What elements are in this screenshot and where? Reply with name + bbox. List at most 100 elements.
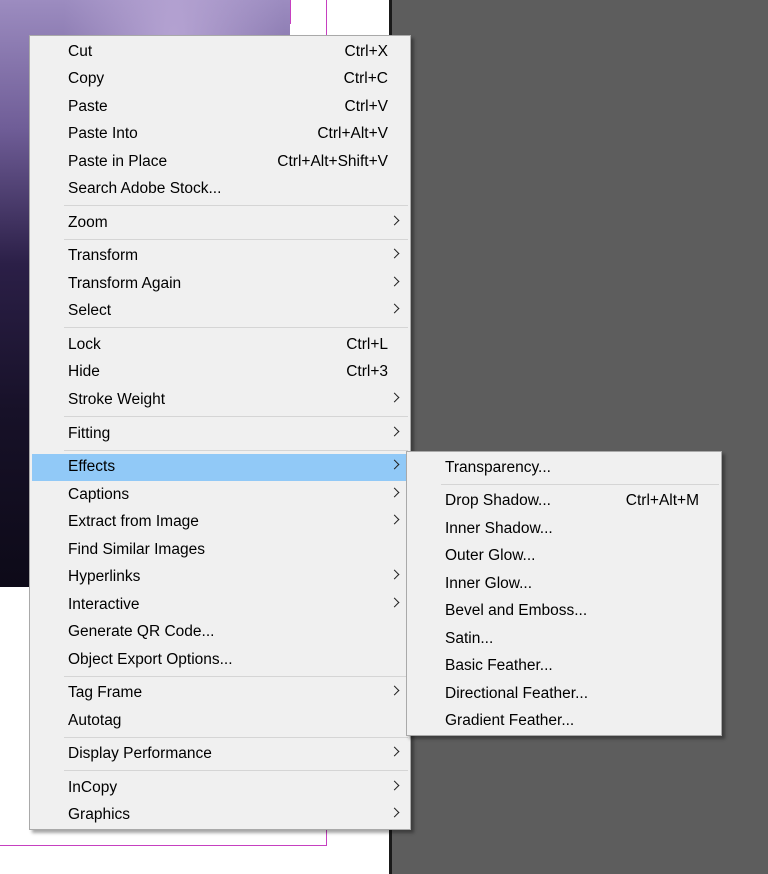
menu-item-label: Fitting xyxy=(68,425,111,442)
context-menu: Cut Ctrl+X Copy Ctrl+C Paste Ctrl+V Past… xyxy=(29,35,411,830)
menu-item-label: Graphics xyxy=(68,806,131,823)
submenu-item-outer-glow[interactable]: Outer Glow... xyxy=(409,543,719,570)
effects-submenu: Transparency... Drop Shadow... Ctrl+Alt+… xyxy=(406,451,722,736)
menu-item-label: InCopy xyxy=(68,779,118,796)
menu-item-captions[interactable]: Captions xyxy=(32,482,408,509)
submenu-item-gradient-feather[interactable]: Gradient Feather... xyxy=(409,708,719,735)
margin-guide-bottom xyxy=(0,845,327,846)
menu-item-shortcut: Ctrl+V xyxy=(344,98,389,115)
menu-item-graphics[interactable]: Graphics xyxy=(32,802,408,829)
menu-separator xyxy=(64,737,408,738)
menu-item-interactive[interactable]: Interactive xyxy=(32,592,408,619)
menu-item-label: Transform Again xyxy=(68,275,182,292)
menu-item-transform[interactable]: Transform xyxy=(32,243,408,270)
menu-item-lock[interactable]: Lock Ctrl+L xyxy=(32,332,408,359)
chevron-right-icon xyxy=(389,303,400,314)
menu-item-find-similar-images[interactable]: Find Similar Images xyxy=(32,537,408,564)
menu-item-paste-into[interactable]: Paste Into Ctrl+Alt+V xyxy=(32,121,408,148)
menu-item-copy[interactable]: Copy Ctrl+C xyxy=(32,66,408,93)
menu-item-tag-frame[interactable]: Tag Frame xyxy=(32,680,408,707)
menu-item-label: Transform xyxy=(68,247,139,264)
menu-item-label: Generate QR Code... xyxy=(68,623,215,640)
chevron-right-icon xyxy=(389,392,400,403)
chevron-right-icon xyxy=(389,780,400,791)
menu-separator xyxy=(64,239,408,240)
menu-item-extract-from-image[interactable]: Extract from Image xyxy=(32,509,408,536)
submenu-item-drop-shadow[interactable]: Drop Shadow... Ctrl+Alt+M xyxy=(409,488,719,515)
menu-item-label: Transparency... xyxy=(445,459,551,476)
menu-item-shortcut: Ctrl+3 xyxy=(346,363,388,380)
menu-item-paste[interactable]: Paste Ctrl+V xyxy=(32,94,408,121)
menu-item-label: Outer Glow... xyxy=(445,547,536,564)
menu-separator xyxy=(64,676,408,677)
menu-item-object-export-options[interactable]: Object Export Options... xyxy=(32,647,408,674)
menu-item-generate-qr-code[interactable]: Generate QR Code... xyxy=(32,619,408,646)
menu-item-label: Lock xyxy=(68,336,101,353)
menu-item-search-adobe-stock[interactable]: Search Adobe Stock... xyxy=(32,176,408,203)
menu-item-fitting[interactable]: Fitting xyxy=(32,421,408,448)
menu-item-label: Paste in Place xyxy=(68,153,168,170)
menu-item-label: Autotag xyxy=(68,712,122,729)
menu-item-label: Zoom xyxy=(68,214,108,231)
submenu-item-directional-feather[interactable]: Directional Feather... xyxy=(409,681,719,708)
submenu-item-inner-glow[interactable]: Inner Glow... xyxy=(409,571,719,598)
menu-item-display-performance[interactable]: Display Performance xyxy=(32,741,408,768)
menu-item-transform-again[interactable]: Transform Again xyxy=(32,271,408,298)
menu-item-label: Effects xyxy=(68,458,116,475)
chevron-right-icon xyxy=(389,597,400,608)
menu-item-shortcut: Ctrl+Alt+M xyxy=(625,492,699,509)
chevron-right-icon xyxy=(389,746,400,757)
menu-item-autotag[interactable]: Autotag xyxy=(32,708,408,735)
menu-item-label: Object Export Options... xyxy=(68,651,233,668)
chevron-right-icon xyxy=(389,514,400,525)
menu-item-effects[interactable]: Effects xyxy=(32,454,408,481)
menu-item-label: Directional Feather... xyxy=(445,685,589,702)
chevron-right-icon xyxy=(389,426,400,437)
chevron-right-icon xyxy=(389,215,400,226)
submenu-item-basic-feather[interactable]: Basic Feather... xyxy=(409,653,719,680)
menu-item-label: Stroke Weight xyxy=(68,391,166,408)
menu-item-paste-in-place[interactable]: Paste in Place Ctrl+Alt+Shift+V xyxy=(32,149,408,176)
menu-item-select[interactable]: Select xyxy=(32,298,408,325)
chevron-right-icon xyxy=(389,569,400,580)
submenu-item-transparency[interactable]: Transparency... xyxy=(409,455,719,482)
menu-item-label: Gradient Feather... xyxy=(445,712,575,729)
menu-item-label: Find Similar Images xyxy=(68,541,205,558)
menu-separator xyxy=(64,327,408,328)
chevron-right-icon xyxy=(389,807,400,818)
frame-edge-top xyxy=(290,0,291,24)
menu-item-label: Interactive xyxy=(68,596,140,613)
menu-item-label: Select xyxy=(68,302,112,319)
menu-item-label: Hide xyxy=(68,363,100,380)
menu-item-label: Drop Shadow... xyxy=(445,492,551,509)
menu-item-label: Paste Into xyxy=(68,125,138,142)
menu-item-label: Basic Feather... xyxy=(445,657,553,674)
menu-item-stroke-weight[interactable]: Stroke Weight xyxy=(32,387,408,414)
menu-item-label: Satin... xyxy=(445,630,494,647)
menu-item-cut[interactable]: Cut Ctrl+X xyxy=(32,39,408,66)
chevron-right-icon xyxy=(389,248,400,259)
menu-item-label: Captions xyxy=(68,486,130,503)
menu-item-shortcut: Ctrl+X xyxy=(344,43,389,60)
menu-item-shortcut: Ctrl+Alt+V xyxy=(317,125,388,142)
menu-item-shortcut: Ctrl+C xyxy=(343,70,388,87)
menu-separator xyxy=(64,770,408,771)
menu-separator xyxy=(64,205,408,206)
menu-item-label: Inner Shadow... xyxy=(445,520,553,537)
menu-item-label: Hyperlinks xyxy=(68,568,141,585)
menu-item-shortcut: Ctrl+Alt+Shift+V xyxy=(277,153,388,170)
menu-item-label: Cut xyxy=(68,43,93,60)
submenu-item-bevel-and-emboss[interactable]: Bevel and Emboss... xyxy=(409,598,719,625)
menu-item-label: Tag Frame xyxy=(68,684,143,701)
menu-item-hide[interactable]: Hide Ctrl+3 xyxy=(32,359,408,386)
chevron-right-icon xyxy=(389,276,400,287)
chevron-right-icon xyxy=(389,685,400,696)
menu-item-hyperlinks[interactable]: Hyperlinks xyxy=(32,564,408,591)
menu-separator xyxy=(64,450,408,451)
menu-item-incopy[interactable]: InCopy xyxy=(32,775,408,802)
menu-item-zoom[interactable]: Zoom xyxy=(32,210,408,237)
menu-separator xyxy=(64,416,408,417)
submenu-item-inner-shadow[interactable]: Inner Shadow... xyxy=(409,516,719,543)
menu-item-shortcut: Ctrl+L xyxy=(346,336,388,353)
submenu-item-satin[interactable]: Satin... xyxy=(409,626,719,653)
